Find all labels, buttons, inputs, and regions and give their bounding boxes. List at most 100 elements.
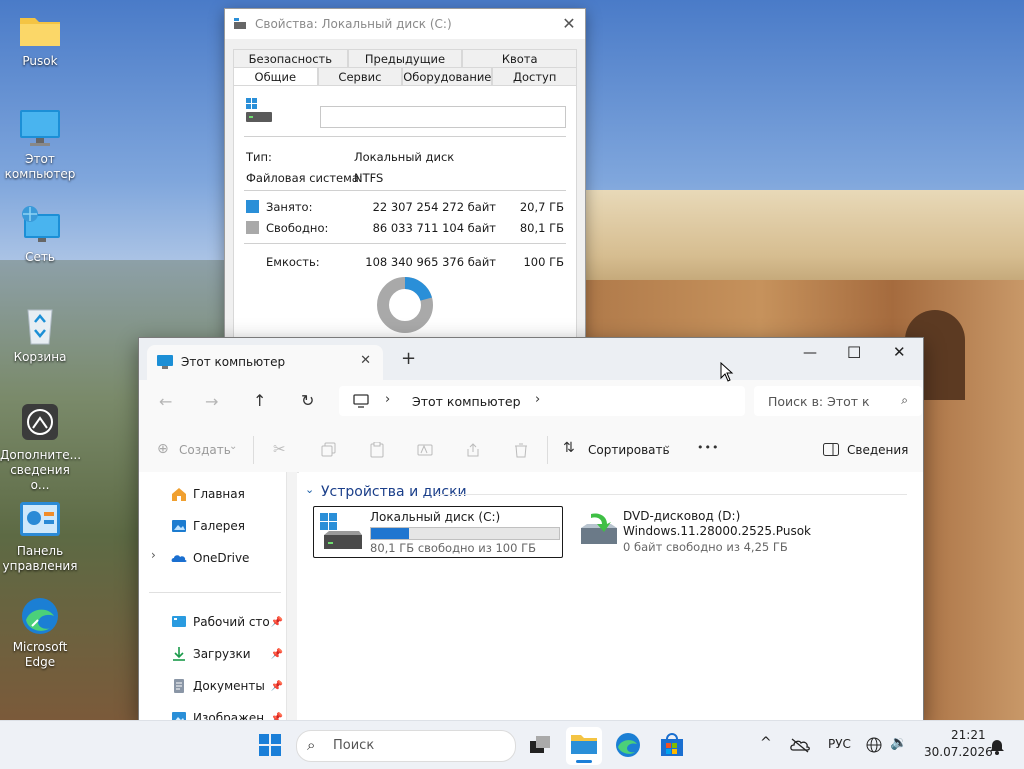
create-button[interactable]: Создать bbox=[179, 443, 231, 457]
drive-d-volume: Windows.11.28000.2525.Pusok bbox=[623, 524, 811, 538]
breadcrumb-this-pc[interactable]: Этот компьютер bbox=[412, 394, 521, 409]
search-input[interactable]: Поиск в: Этот к bbox=[768, 394, 870, 409]
taskbar-search-input[interactable]: Поиск bbox=[333, 738, 374, 753]
up-arrow-icon[interactable]: ↑ bbox=[253, 391, 266, 410]
explorer-window[interactable]: Этот компьютер ✕ + — ☐ ✕ ← → ↑ ↻ › Этот … bbox=[138, 337, 924, 722]
back-arrow-icon[interactable]: ← bbox=[159, 392, 172, 411]
sidebar-scrollbar[interactable] bbox=[287, 472, 297, 721]
onedrive-status-icon[interactable] bbox=[790, 737, 810, 753]
desktop-icon-recycle-bin[interactable]: Корзина bbox=[0, 306, 80, 365]
start-button-icon[interactable] bbox=[256, 731, 284, 759]
desktop-icon-additional-info[interactable]: Дополните... сведения о... bbox=[0, 404, 82, 493]
properties-close-button[interactable]: ✕ bbox=[559, 14, 579, 34]
properties-titlebar[interactable]: Свойства: Локальный диск (C:) bbox=[225, 9, 585, 39]
folder-icon bbox=[18, 10, 62, 50]
sidebar-item-desktop[interactable]: Рабочий сто 📌 bbox=[171, 612, 287, 632]
paste-icon[interactable] bbox=[369, 442, 385, 458]
maximize-button[interactable]: ☐ bbox=[847, 343, 861, 362]
chevron-right-icon[interactable]: › bbox=[535, 392, 540, 407]
sidebar-item-onedrive[interactable]: OneDrive bbox=[171, 548, 287, 568]
cut-icon[interactable]: ✂ bbox=[273, 440, 286, 458]
drive-d-name: DVD-дисковод (D:) bbox=[623, 509, 741, 523]
section-header[interactable]: Устройства и диски bbox=[321, 484, 467, 500]
tab-service[interactable]: Сервис bbox=[317, 67, 403, 85]
clock-time[interactable]: 21:21 bbox=[951, 728, 986, 742]
explorer-navbar: ← → ↑ ↻ › Этот компьютер › Поиск в: Этот… bbox=[139, 380, 923, 428]
new-tab-button[interactable]: + bbox=[401, 350, 416, 368]
drive-tile-c[interactable]: Локальный диск (C:) 80,1 ГБ свободно из … bbox=[313, 506, 563, 558]
more-options-button[interactable]: ••• bbox=[697, 441, 719, 454]
sidebar-item-label: Документы bbox=[193, 679, 265, 693]
show-hidden-icons-chevron[interactable]: ^ bbox=[760, 735, 772, 751]
refresh-icon[interactable]: ↻ bbox=[301, 391, 314, 410]
drive-name-input[interactable] bbox=[320, 106, 566, 128]
address-bar[interactable]: › Этот компьютер › bbox=[339, 386, 745, 416]
downloads-icon bbox=[173, 647, 185, 661]
mouse-cursor-icon bbox=[720, 362, 734, 382]
file-explorer-icon bbox=[571, 735, 597, 754]
clock-date[interactable]: 30.07.2026 bbox=[924, 745, 993, 759]
monitor-icon bbox=[18, 108, 62, 148]
search-box[interactable]: Поиск в: Этот к ⌕ bbox=[754, 386, 922, 416]
tab-quota[interactable]: Квота bbox=[462, 49, 578, 67]
chevron-down-icon: ⌄ bbox=[229, 441, 238, 452]
desktop-icon-this-pc[interactable]: Этот компьютер bbox=[0, 108, 80, 182]
desktop-icon-control-panel[interactable]: Панель управления bbox=[0, 500, 80, 574]
edge-icon[interactable] bbox=[614, 731, 642, 759]
notification-bell-icon[interactable] bbox=[988, 737, 1006, 755]
close-button[interactable]: ✕ bbox=[893, 343, 906, 361]
forward-arrow-icon[interactable]: → bbox=[205, 392, 218, 411]
chevron-down-icon[interactable]: ⌄ bbox=[305, 483, 314, 496]
drive-c-usage-fill bbox=[371, 528, 409, 539]
sidebar-item-documents[interactable]: Документы 📌 bbox=[171, 676, 287, 696]
properties-dialog[interactable]: Свойства: Локальный диск (C:) ✕ Безопасн… bbox=[224, 8, 586, 340]
rename-icon[interactable] bbox=[417, 442, 433, 458]
desktop-icon-edge[interactable]: Microsoft Edge bbox=[0, 596, 80, 670]
free-color-swatch bbox=[246, 221, 259, 234]
details-button[interactable]: Сведения bbox=[847, 443, 908, 457]
tab-previous-versions[interactable]: Предыдущие версии bbox=[347, 49, 463, 84]
control-panel-icon bbox=[18, 500, 62, 540]
sidebar-item-label: Главная bbox=[193, 487, 245, 501]
taskbar-search-box[interactable]: ⌕ Поиск bbox=[296, 730, 516, 762]
expand-chevron-icon[interactable]: › bbox=[151, 548, 156, 562]
plus-icon: ⊕ bbox=[157, 441, 169, 457]
used-bytes: 22 307 254 272 байт bbox=[372, 200, 496, 214]
task-view-icon[interactable] bbox=[526, 731, 554, 759]
store-icon[interactable] bbox=[658, 731, 686, 759]
free-gb: 80,1 ГБ bbox=[519, 221, 564, 235]
taskbar-explorer-active[interactable] bbox=[566, 727, 602, 765]
delete-icon[interactable] bbox=[513, 442, 529, 458]
minimize-button[interactable]: — bbox=[803, 345, 817, 361]
drive-d-free-text: 0 байт свободно из 4,25 ГБ bbox=[623, 540, 788, 554]
desktop-icon-label: Дополните... сведения о... bbox=[0, 448, 82, 492]
drive-tile-d[interactable]: DVD-дисковод (D:) Windows.11.28000.2525.… bbox=[575, 506, 825, 556]
desktop-icon-network[interactable]: Сеть bbox=[0, 206, 80, 265]
globe-network-icon[interactable] bbox=[866, 737, 882, 753]
explorer-tab-this-pc[interactable]: Этот компьютер ✕ bbox=[147, 345, 383, 380]
copy-icon[interactable] bbox=[321, 442, 337, 458]
tab-general[interactable]: Общие bbox=[233, 67, 318, 85]
tab-close-icon[interactable]: ✕ bbox=[360, 353, 371, 368]
sort-button[interactable]: Сортировать bbox=[588, 443, 670, 457]
language-indicator[interactable]: РУС bbox=[828, 737, 851, 751]
sidebar-item-home[interactable]: Главная bbox=[171, 484, 287, 504]
tab-hardware[interactable]: Оборудование bbox=[402, 67, 493, 85]
edge-icon bbox=[18, 596, 62, 636]
volume-icon[interactable]: 🔉 bbox=[890, 735, 907, 751]
used-gb: 20,7 ГБ bbox=[519, 200, 564, 214]
search-icon: ⌕ bbox=[307, 736, 316, 754]
type-value: Локальный диск bbox=[354, 150, 455, 164]
sidebar-item-downloads[interactable]: Загрузки 📌 bbox=[171, 644, 287, 664]
share-icon[interactable] bbox=[465, 442, 481, 458]
free-bytes: 86 033 711 104 байт bbox=[372, 221, 496, 235]
sidebar-item-gallery[interactable]: Галерея bbox=[171, 516, 287, 536]
explorer-command-bar: ⊕ Создать ⌄ ✂ ⇅ Сортировать ⌄ ••• Сведен… bbox=[139, 428, 923, 473]
divider bbox=[244, 243, 566, 244]
tab-security[interactable]: Безопасность bbox=[233, 49, 348, 67]
system-drive-icon bbox=[320, 513, 362, 549]
fs-label: Файловая система: bbox=[246, 171, 363, 185]
explorer-tabbar: Этот компьютер ✕ + — ☐ ✕ bbox=[139, 338, 923, 380]
tab-sharing[interactable]: Доступ bbox=[492, 67, 577, 85]
desktop-icon-pusok[interactable]: Pusok bbox=[0, 10, 80, 69]
